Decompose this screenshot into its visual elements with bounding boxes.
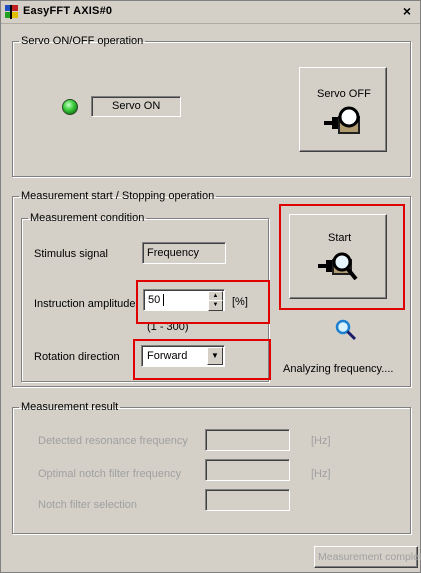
servo-off-button[interactable]: Servo OFF — [299, 67, 387, 152]
rotation-direction-label: Rotation direction — [34, 351, 120, 363]
measurement-condition-label: Measurement condition — [30, 212, 145, 224]
servo-status-box: Servo ON — [91, 96, 181, 117]
start-highlight — [279, 204, 405, 310]
window-title: EasyFFT AXIS#0 — [23, 5, 113, 17]
instruction-amplitude-label: Instruction amplitude — [34, 298, 136, 310]
stimulus-signal-label: Stimulus signal — [34, 248, 108, 260]
servo-motor-icon — [324, 106, 360, 134]
servo-status-led — [62, 99, 78, 115]
amplitude-highlight — [136, 280, 270, 324]
notch-frequency-field — [205, 459, 290, 481]
close-icon[interactable]: × — [399, 3, 415, 19]
resonance-frequency-field — [205, 429, 290, 451]
analyzing-status-text: Analyzing frequency.... — [283, 363, 394, 375]
app-icon — [5, 5, 18, 19]
resonance-frequency-unit: [Hz] — [311, 435, 331, 447]
servo-status-text: Servo ON — [112, 100, 161, 112]
measurement-complete-button[interactable]: Measurement complete — [314, 546, 421, 568]
notch-filter-selection-label: Notch filter selection — [38, 499, 138, 511]
servo-group-label: Servo ON/OFF operation — [21, 35, 144, 47]
stimulus-signal-field: Frequency — [142, 242, 226, 264]
rotation-highlight — [133, 339, 271, 380]
servo-off-label: Servo OFF — [317, 88, 371, 100]
notch-frequency-unit: [Hz] — [311, 468, 331, 480]
easyfft-window: EasyFFT AXIS#0 × Servo ON/OFF operation … — [0, 0, 421, 573]
measurement-group-label: Measurement start / Stopping operation — [21, 190, 215, 202]
resonance-frequency-label: Detected resonance frequency — [38, 435, 188, 447]
magnifier-icon — [335, 319, 357, 341]
title-bar[interactable]: EasyFFT AXIS#0 × — [1, 1, 420, 24]
measurement-result-label: Measurement result — [21, 401, 119, 413]
measurement-complete-label: Measurement complete — [318, 551, 421, 563]
stimulus-signal-value: Frequency — [147, 247, 199, 259]
notch-filter-selection-field — [205, 489, 290, 511]
notch-frequency-label: Optimal notch filter frequency — [38, 468, 182, 480]
